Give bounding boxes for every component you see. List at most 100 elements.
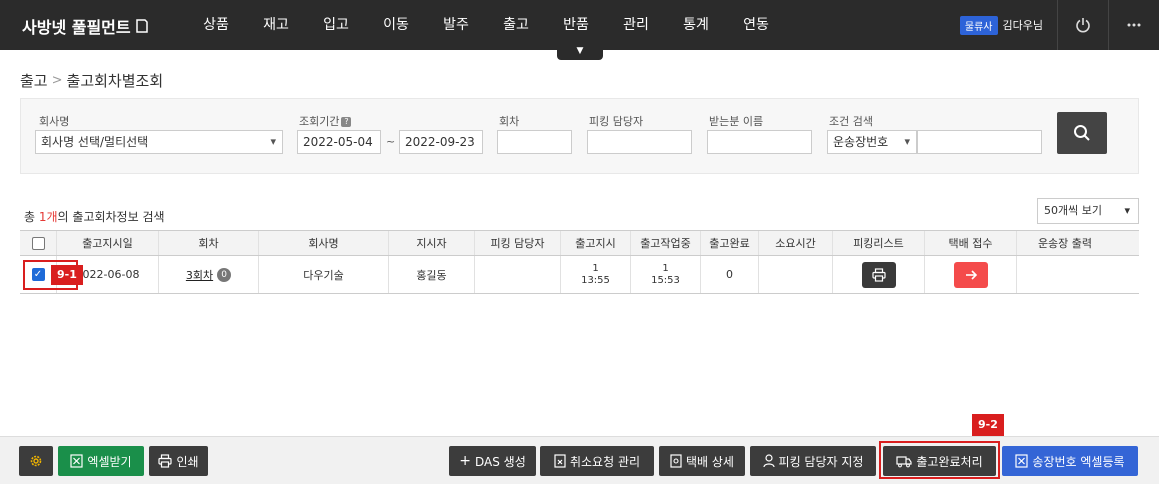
breadcrumb-separator: > xyxy=(51,73,63,88)
more-menu-button[interactable] xyxy=(1109,0,1159,50)
menu-item-product[interactable]: 상품 xyxy=(186,0,246,50)
courier-detail-button[interactable]: 택배 상세 xyxy=(659,446,745,476)
date-to-input[interactable]: 2022-09-23 xyxy=(399,130,483,154)
menu-item-integration[interactable]: 연동 xyxy=(726,0,786,50)
courier-detail-label: 택배 상세 xyxy=(686,454,734,469)
document-x-icon xyxy=(554,454,566,468)
row-elapsed xyxy=(759,256,833,293)
period-help-icon[interactable]: ? xyxy=(341,117,352,127)
page-size-select[interactable]: 50개씩 보기 xyxy=(1037,198,1139,224)
row-ordered-count: 1 xyxy=(592,262,599,274)
callout-label-2: 9-2 xyxy=(972,414,1004,436)
settings-button[interactable] xyxy=(19,446,53,476)
breadcrumb-parent[interactable]: 출고 xyxy=(20,70,48,91)
recipient-label: 받는분 이름 xyxy=(709,115,764,128)
menu-item-stats[interactable]: 통계 xyxy=(666,0,726,50)
round-input[interactable] xyxy=(497,130,572,154)
menu-item-outbound[interactable]: 출고 xyxy=(486,0,546,50)
menu-collapse-toggle[interactable]: ▼ xyxy=(557,42,603,60)
app-logo-text: 사방넷 풀필먼트 xyxy=(22,18,131,37)
more-icon xyxy=(1127,23,1141,27)
callout-label-1: 9-1 xyxy=(51,265,83,285)
select-all-checkbox[interactable] xyxy=(31,236,45,250)
row-ordered-time: 13:55 xyxy=(581,274,610,286)
row-done: 0 xyxy=(701,256,759,293)
role-badge: 물류사 xyxy=(959,15,998,35)
recipient-input[interactable] xyxy=(707,130,812,154)
row-working: 1 15:53 xyxy=(631,256,701,293)
logout-button[interactable] xyxy=(1058,0,1108,50)
app-logo[interactable]: 사방넷 풀필먼트 xyxy=(22,14,149,38)
condition-input[interactable] xyxy=(917,130,1042,154)
header-done[interactable]: 출고완료 xyxy=(701,231,759,255)
header-company[interactable]: 회사명 xyxy=(259,231,389,255)
company-select[interactable]: 회사명 선택/멀티선택 xyxy=(35,130,283,154)
header-round[interactable]: 회차 xyxy=(159,231,259,255)
picker-input[interactable] xyxy=(587,130,692,154)
row-courier-receipt xyxy=(925,256,1017,293)
print-button[interactable]: 인쇄 xyxy=(149,446,208,476)
header-ordered[interactable]: 출고지시 xyxy=(561,231,631,255)
callout-box-2 xyxy=(879,441,1000,479)
header-picking-list[interactable]: 피킹리스트 xyxy=(833,231,925,255)
row-working-time: 15:53 xyxy=(651,274,680,286)
picker-label: 피킹 담당자 xyxy=(589,115,644,128)
page-title: 출고회차별조회 xyxy=(66,72,164,90)
date-from-input[interactable]: 2022-05-04 xyxy=(297,130,381,154)
header-working[interactable]: 출고작업중 xyxy=(631,231,701,255)
excel-download-button[interactable]: 엑셀받기 xyxy=(58,446,144,476)
row-picker xyxy=(475,256,561,293)
header-date[interactable]: 출고지시일 xyxy=(57,231,159,255)
menu-item-manage[interactable]: 관리 xyxy=(606,0,666,50)
header-instructor[interactable]: 지시자 xyxy=(389,231,475,255)
row-waybill-print xyxy=(1017,256,1113,293)
menu-item-order[interactable]: 발주 xyxy=(426,0,486,50)
row-working-count: 1 xyxy=(662,262,669,274)
header-waybill-print[interactable]: 운송장 출력 xyxy=(1017,231,1113,255)
assign-picker-button[interactable]: 피킹 담당자 지정 xyxy=(750,446,876,476)
round-link[interactable]: 3회차 xyxy=(186,267,213,283)
header-courier-receipt[interactable]: 택배 접수 xyxy=(925,231,1017,255)
table-row[interactable]: ✓ 2022-06-08 3회차 0 다우기술 홍길동 1 13:55 1 15:… xyxy=(20,256,1139,294)
excel-icon xyxy=(1015,454,1029,468)
search-button[interactable] xyxy=(1057,112,1107,154)
user-name[interactable]: 김다우님 xyxy=(1003,17,1043,33)
printer-icon xyxy=(871,267,886,282)
condition-select[interactable]: 운송장번호 xyxy=(827,130,917,154)
round-table: 출고지시일 회차 회사명 지시자 피킹 담당자 출고지시 출고작업중 출고완료 … xyxy=(20,230,1139,294)
invoice-excel-upload-button[interactable]: 송장번호 엑셀등록 xyxy=(1002,446,1138,476)
das-create-button[interactable]: + DAS 생성 xyxy=(449,446,536,476)
user-icon xyxy=(762,454,775,468)
print-label: 인쇄 xyxy=(176,454,199,469)
row-round: 3회차 0 xyxy=(159,256,259,293)
search-icon xyxy=(1074,125,1090,141)
breadcrumb: 출고 > 출고회차별조회 xyxy=(20,70,163,91)
menu-item-inbound[interactable]: 입고 xyxy=(306,0,366,50)
picking-list-print-button[interactable] xyxy=(861,261,896,288)
das-create-label: DAS 생성 xyxy=(474,454,526,469)
menu-item-inventory[interactable]: 재고 xyxy=(246,0,306,50)
header-elapsed[interactable]: 소요시간 xyxy=(759,231,833,255)
row-picking-list xyxy=(833,256,925,293)
cancel-request-label: 취소요청 관리 xyxy=(569,454,641,469)
excel-download-label: 엑셀받기 xyxy=(87,454,132,469)
period-label: 조회기간? xyxy=(299,113,352,129)
filter-panel: 회사명 회사명 선택/멀티선택 조회기간? 2022-05-04 ~ 2022-… xyxy=(20,98,1139,174)
row-ordered: 1 13:55 xyxy=(561,256,631,293)
invoice-excel-label: 송장번호 엑셀등록 xyxy=(1032,454,1125,469)
select-all-cell xyxy=(20,231,57,255)
result-summary: 총 1개의 출고회차정보 검색 xyxy=(24,210,165,224)
header-picker[interactable]: 피킹 담당자 xyxy=(475,231,561,255)
date-range-separator: ~ xyxy=(386,135,396,148)
gear-icon xyxy=(30,455,42,467)
round-info-icon[interactable]: 0 xyxy=(217,267,232,282)
company-label: 회사명 xyxy=(39,115,70,128)
table-header: 출고지시일 회차 회사명 지시자 피킹 담당자 출고지시 출고작업중 출고완료 … xyxy=(20,230,1139,256)
result-count: 1개 xyxy=(38,210,58,224)
plus-icon: + xyxy=(459,453,471,469)
round-label: 회차 xyxy=(499,115,520,128)
excel-icon xyxy=(70,454,84,468)
menu-item-transfer[interactable]: 이동 xyxy=(366,0,426,50)
courier-receipt-button[interactable] xyxy=(953,261,988,288)
cancel-request-button[interactable]: 취소요청 관리 xyxy=(540,446,654,476)
